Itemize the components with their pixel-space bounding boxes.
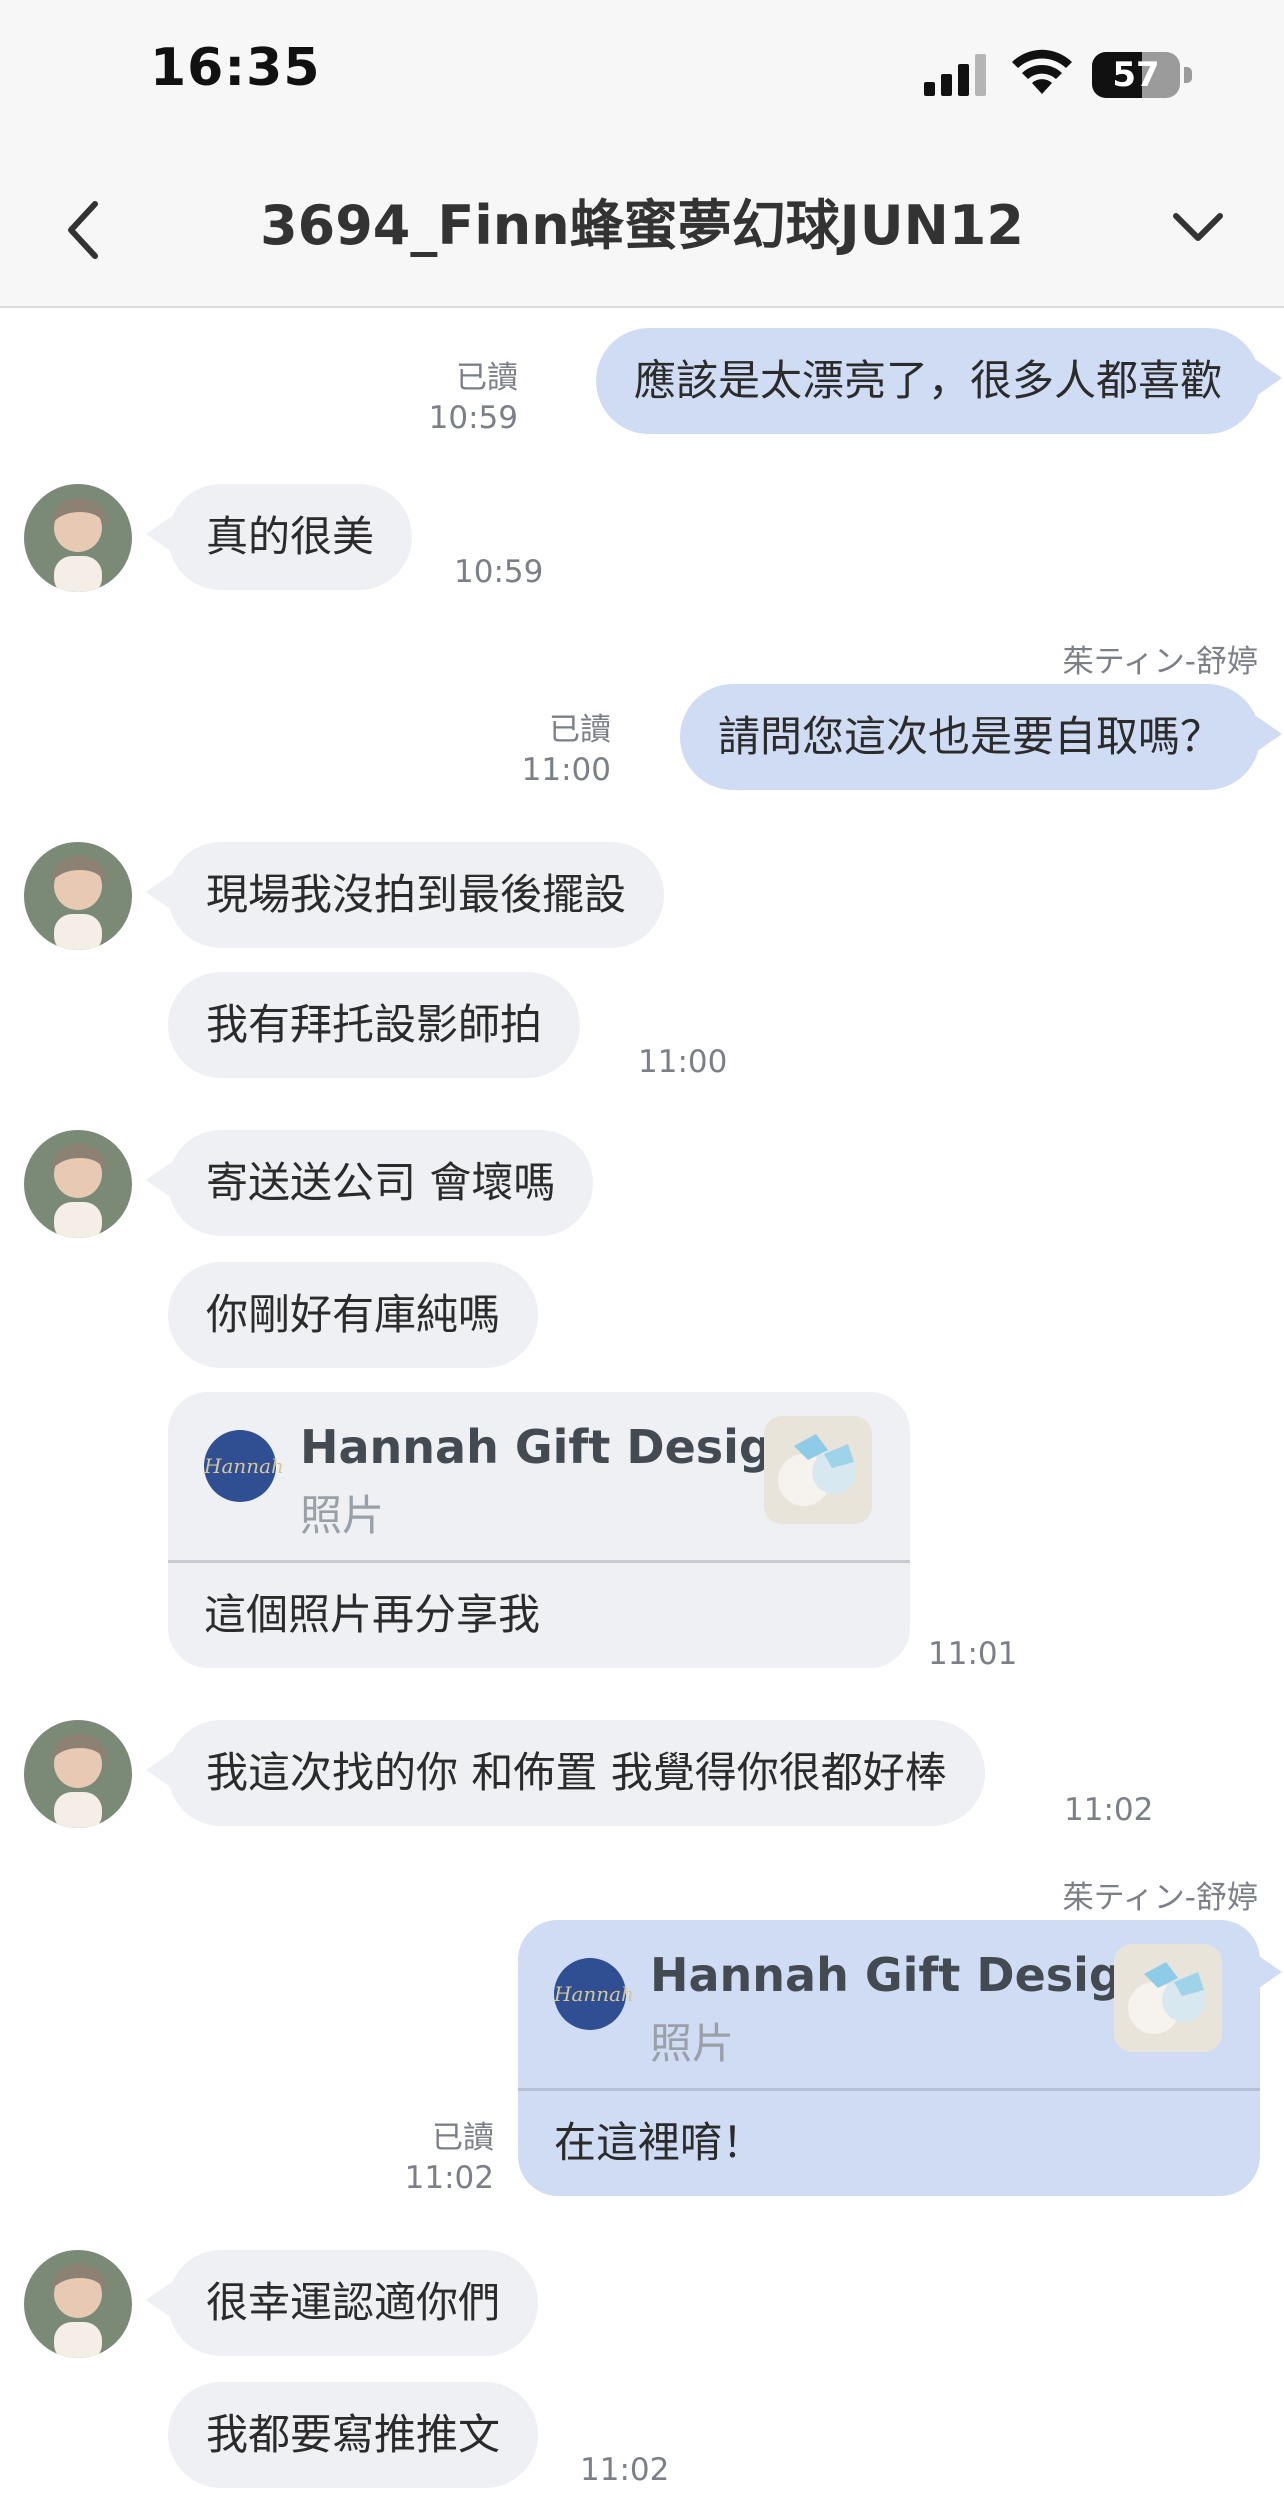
avatar[interactable] [24, 1130, 132, 1238]
incoming-message[interactable]: 我都要寫推推文 [168, 2382, 539, 2488]
brand-logo-icon: Hannah [554, 1958, 634, 2030]
card-title: Hannah Gift Design [300, 1420, 805, 1474]
message-time: 11:02 [580, 2452, 670, 2488]
card-message: 這個照片再分享我 [204, 1590, 541, 1639]
card-subtitle: 照片 [650, 2019, 735, 2068]
read-receipt: 已讀 11:02 [404, 2120, 494, 2196]
incoming-message[interactable]: 我有拜托設影師拍 [168, 972, 581, 1078]
chat-area[interactable]: 已讀 10:59 應該是太漂亮了，很多人都喜歡 真的很美 10:59 茱ティン-舒… [0, 308, 1284, 2495]
battery-icon: 57 [1092, 52, 1192, 98]
card-subtitle: 照片 [300, 1491, 385, 1540]
chat-title[interactable]: 3694_Finn蜂蜜夢幻球JUN12 [180, 186, 1104, 266]
chat-header: 3694_Finn蜂蜜夢幻球JUN12 [0, 150, 1284, 308]
incoming-message[interactable]: 你剛好有庫純嗎 [168, 1262, 539, 1368]
message-time: 11:00 [638, 1044, 728, 1080]
status-time: 16:35 [150, 38, 321, 98]
chevron-left-icon[interactable] [55, 190, 115, 270]
chevron-down-icon[interactable] [1168, 198, 1228, 258]
photo-thumbnail[interactable] [764, 1416, 872, 1524]
message-time: 11:01 [928, 1636, 1018, 1672]
shared-photo-card[interactable]: Hannah Hannah Gift Design 照片 在這裡唷！ [518, 1920, 1260, 2196]
read-receipt: 已讀 11:00 [521, 712, 611, 788]
incoming-message[interactable]: 我這次找的你 和佈置 我覺得你很都好棒 [168, 1720, 985, 1826]
incoming-message[interactable]: 很幸運認適你們 [168, 2250, 539, 2356]
message-time: 10:59 [454, 554, 544, 590]
avatar[interactable] [24, 484, 132, 592]
avatar[interactable] [24, 842, 132, 950]
status-bar: 16:35 57 [0, 0, 1284, 150]
avatar[interactable] [24, 2250, 132, 2358]
photo-thumbnail[interactable] [1114, 1944, 1222, 2052]
incoming-message[interactable]: 真的很美 [168, 484, 413, 590]
brand-logo-icon: Hannah [204, 1430, 284, 1502]
card-message: 在這裡唷！ [554, 2118, 765, 2167]
avatar[interactable] [24, 1720, 132, 1828]
outgoing-message[interactable]: 請問您這次也是要自取嗎？ [679, 684, 1260, 790]
incoming-message[interactable]: 現場我沒拍到最後擺設 [168, 842, 665, 948]
message-time: 11:02 [1064, 1792, 1154, 1828]
battery-level: 57 [1112, 55, 1160, 95]
outgoing-message[interactable]: 應該是太漂亮了，很多人都喜歡 [595, 328, 1260, 434]
sender-name: 茱ティン-舒婷 [1062, 644, 1258, 680]
wifi-icon [1012, 49, 1072, 94]
incoming-message[interactable]: 寄送送公司 會壞嗎 [168, 1130, 594, 1236]
cellular-signal-icon [924, 54, 986, 96]
read-receipt: 已讀 10:59 [428, 360, 518, 436]
card-title: Hannah Gift Design [650, 1948, 1155, 2002]
sender-name: 茱ティン-舒婷 [1062, 1880, 1258, 1916]
shared-photo-card[interactable]: Hannah Hannah Gift Design 照片 這個照片再分享我 [168, 1392, 910, 1668]
